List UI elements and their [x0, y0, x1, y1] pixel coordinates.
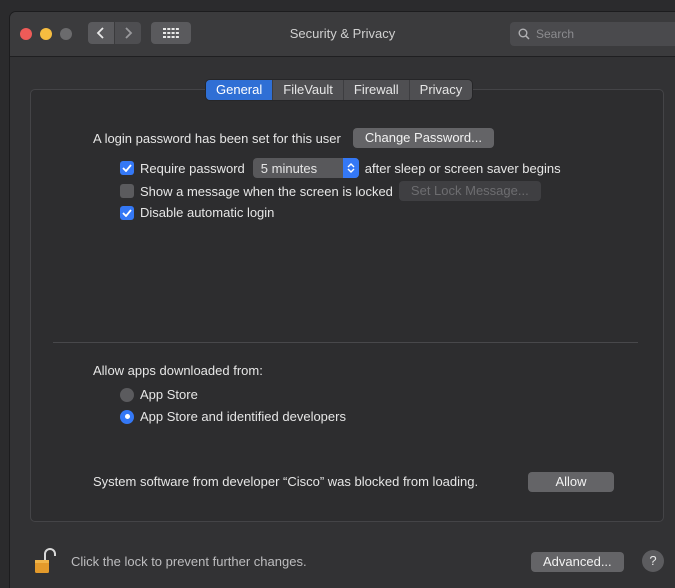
tab-firewall[interactable]: Firewall [344, 80, 410, 100]
show-message-checkbox[interactable] [120, 184, 134, 198]
require-password-checkbox[interactable] [120, 161, 134, 175]
search-input[interactable] [534, 26, 668, 42]
tab-filevault[interactable]: FileVault [273, 80, 344, 100]
change-password-button[interactable]: Change Password... [352, 128, 494, 148]
disable-autologin-label: Disable automatic login [140, 205, 275, 220]
lock-status-text: Click the lock to prevent further change… [71, 554, 307, 569]
tab-privacy[interactable]: Privacy [410, 80, 473, 100]
section-divider [53, 342, 638, 343]
disable-autologin-row: Disable automatic login [120, 205, 274, 220]
disable-autologin-checkbox[interactable] [120, 205, 134, 220]
radio-identified-developers-row[interactable]: App Store and identified developers [120, 409, 346, 424]
allow-button[interactable]: Allow [528, 472, 614, 492]
radio-identified-developers-label: App Store and identified developers [140, 409, 346, 424]
show-message-row: Show a message when the screen is locked… [120, 181, 541, 201]
search-field[interactable] [510, 22, 675, 46]
set-lock-message-button[interactable]: Set Lock Message... [398, 181, 541, 201]
tab-general[interactable]: General [206, 80, 274, 100]
title-bar: Security & Privacy [10, 12, 675, 57]
blocked-software-text: System software from developer “Cisco” w… [93, 474, 479, 489]
radio-app-store-row[interactable]: App Store [120, 387, 198, 402]
tab-bar: General FileVault Firewall Privacy [206, 80, 473, 100]
allow-apps-heading: Allow apps downloaded from: [93, 363, 263, 378]
lock-icon[interactable] [34, 548, 56, 579]
require-password-suffix: after sleep or screen saver begins [364, 160, 561, 176]
require-password-row: Require password 5 minutes after sleep o… [120, 158, 561, 178]
radio-identified-developers[interactable] [120, 409, 134, 424]
checkmark-icon [122, 208, 132, 217]
help-button[interactable]: ? [642, 550, 664, 572]
search-icon [518, 28, 530, 40]
require-password-delay-value: 5 minutes [260, 160, 318, 176]
require-password-delay-select[interactable]: 5 minutes [252, 158, 359, 178]
require-password-label: Require password [140, 160, 245, 176]
radio-app-store-label: App Store [140, 387, 198, 402]
preferences-window: Security & Privacy General FileVault Fir… [10, 12, 675, 588]
general-panel: A login password has been set for this u… [30, 89, 664, 522]
updown-arrows-icon [342, 158, 359, 178]
checkmark-icon [122, 164, 132, 172]
login-password-label: A login password has been set for this u… [93, 130, 341, 146]
advanced-button[interactable]: Advanced... [531, 552, 624, 572]
login-password-row: A login password has been set for this u… [93, 128, 494, 148]
show-message-label: Show a message when the screen is locked [140, 183, 393, 199]
radio-app-store[interactable] [120, 387, 134, 402]
